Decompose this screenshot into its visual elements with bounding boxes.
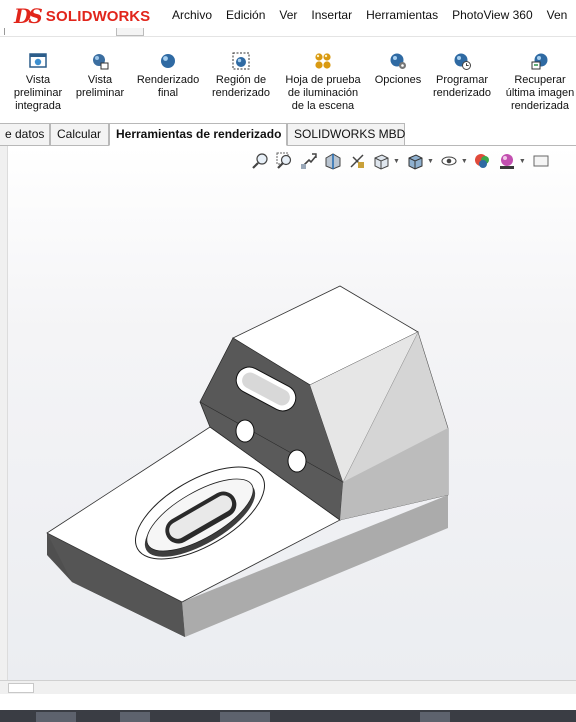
logo-text-solid: SOLID [45, 7, 93, 25]
tab-evaluar-datos[interactable]: e datos [0, 123, 50, 146]
render-region-button[interactable]: Región de renderizado [206, 52, 276, 100]
separator [4, 28, 5, 35]
upright-hole-left [235, 419, 255, 443]
schedule-render-icon [454, 53, 471, 70]
scene-illumination-proof-icon [315, 53, 331, 69]
menu-herramientas[interactable]: Herramientas [366, 8, 438, 22]
menu-archivo[interactable]: Archivo [172, 8, 212, 22]
menu-edicion[interactable]: Edición [226, 8, 265, 22]
schedule-render-label: Programar renderizado [432, 74, 492, 99]
menu-ver[interactable]: Ver [279, 8, 297, 22]
integrated-preview-icon [29, 53, 47, 68]
preview-window-label: Vista preliminar [75, 74, 125, 99]
options-button[interactable]: Opciones [370, 52, 426, 87]
recover-last-render-icon [531, 53, 548, 70]
taskbar-item[interactable] [220, 712, 270, 722]
menu-bar: Archivo Edición Ver Insertar Herramienta… [172, 8, 576, 22]
taskbar-item[interactable] [120, 712, 150, 722]
upright-hole-right [287, 449, 307, 473]
options-icon [390, 53, 406, 69]
logo-text-works: WORKS [92, 7, 151, 25]
scene-illumination-proof-button[interactable]: Hoja de prueba de iluminación de la esce… [280, 52, 366, 113]
integrated-preview-label: Vista preliminar integrada [13, 74, 63, 112]
preview-window-icon [93, 54, 109, 70]
3d-part-model[interactable] [0, 146, 576, 680]
command-manager-ribbon: Vista preliminar integrada Vista prelimi… [0, 40, 576, 120]
taskbar-item[interactable] [420, 712, 450, 722]
scrollbar-thumb[interactable] [8, 683, 34, 693]
scene-illumination-proof-label: Hoja de prueba de iluminación de la esce… [285, 74, 361, 112]
final-render-icon [161, 54, 175, 68]
quick-access-dropdown-button[interactable] [116, 28, 144, 36]
final-render-label: Renderizado final [136, 74, 200, 99]
status-area [0, 694, 576, 710]
horizontal-scrollbar[interactable] [0, 680, 576, 694]
taskbar-item[interactable] [36, 712, 76, 722]
schedule-render-button[interactable]: Programar renderizado [428, 52, 496, 100]
tab-solidworks-mbd[interactable]: SOLIDWORKS MBD [287, 123, 405, 146]
render-region-label: Región de renderizado [211, 74, 271, 99]
recover-last-render-button[interactable]: Recuperar última imagen renderizada [500, 52, 576, 113]
tab-herramientas-de-renderizado[interactable]: Herramientas de renderizado [109, 123, 287, 146]
ds-logo-mark: DS [14, 4, 43, 28]
final-render-button[interactable]: Renderizado final [134, 52, 202, 100]
command-manager-tabs: e datos Calcular Herramientas de renderi… [0, 123, 576, 146]
render-region-icon [232, 52, 250, 70]
taskbar [0, 710, 576, 722]
menu-ventana[interactable]: Ven [547, 8, 568, 22]
quick-access-strip [0, 28, 576, 37]
options-label: Opciones [374, 74, 422, 86]
solidworks-logo[interactable]: DS SOLID WORKS [14, 3, 150, 29]
menu-insertar[interactable]: Insertar [311, 8, 352, 22]
preview-window-button[interactable]: Vista preliminar [70, 52, 130, 100]
integrated-preview-button[interactable]: Vista preliminar integrada [8, 52, 68, 113]
recover-last-render-label: Recuperar última imagen renderizada [505, 74, 575, 112]
menu-photoview-360[interactable]: PhotoView 360 [452, 8, 533, 22]
tab-calcular[interactable]: Calcular [50, 123, 109, 146]
